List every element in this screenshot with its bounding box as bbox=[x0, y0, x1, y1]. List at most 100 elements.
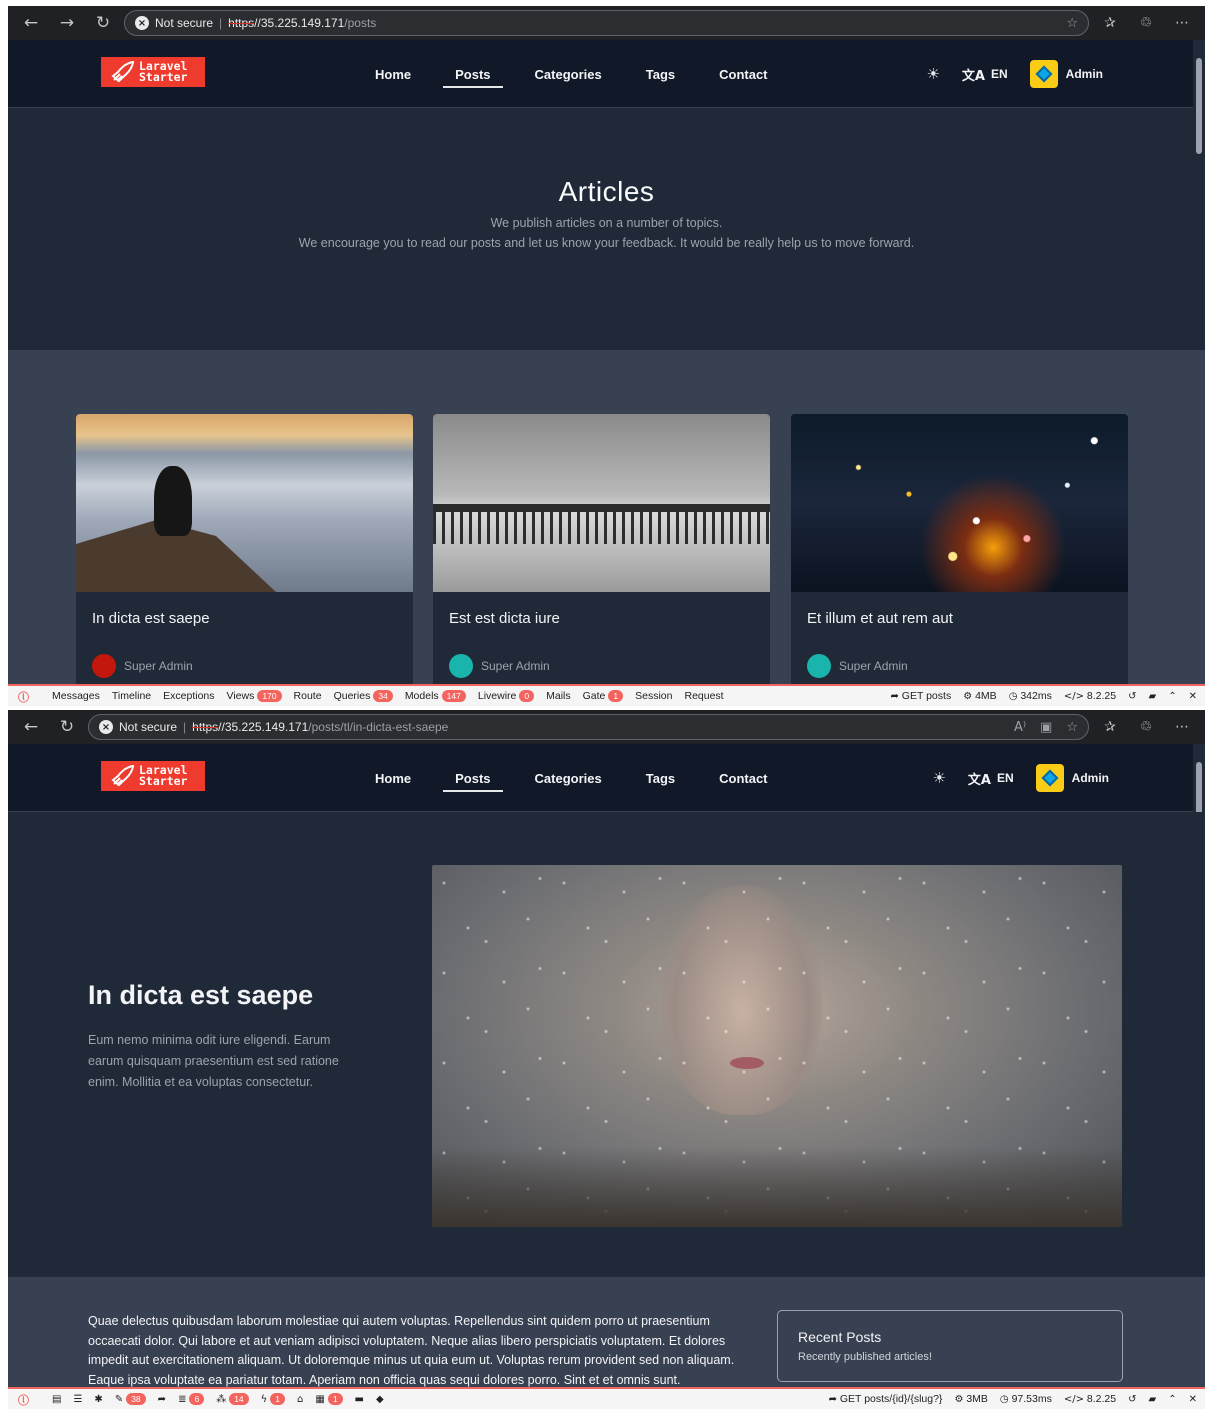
debug-tab-livewire[interactable]: ϟ1 bbox=[255, 1393, 291, 1405]
address-bar[interactable]: × Not secure | https//35.225.149.171/pos… bbox=[88, 714, 1089, 740]
request-info[interactable]: ➦ GET posts/{id}/{slug?} bbox=[829, 1393, 943, 1405]
favorite-star-icon[interactable]: ☆ bbox=[1066, 16, 1078, 31]
author-avatar bbox=[92, 654, 116, 678]
article-card[interactable]: In dicta est saepe Super Admin bbox=[76, 414, 413, 704]
debug-tab-session[interactable]: ▬ bbox=[349, 1394, 370, 1405]
debug-tab-session[interactable]: Session bbox=[629, 690, 678, 702]
article-title[interactable]: Et illum et aut rem aut bbox=[791, 592, 1128, 627]
debug-tab-mails[interactable]: Mails bbox=[540, 690, 577, 702]
back-icon[interactable]: ← bbox=[16, 714, 46, 740]
nav-contact[interactable]: Contact bbox=[697, 744, 789, 812]
article-title[interactable]: Est est dicta iure bbox=[433, 592, 770, 627]
nav-home[interactable]: Home bbox=[353, 744, 433, 812]
recent-posts-title: Recent Posts bbox=[798, 1329, 882, 1345]
debug-tab-queries[interactable]: Queries 34 bbox=[328, 690, 399, 702]
debug-tab-messages[interactable]: ▤ bbox=[46, 1394, 67, 1405]
debug-tab-exceptions[interactable]: ✱ bbox=[88, 1394, 108, 1405]
favorites-icon[interactable]: ✰ bbox=[1095, 10, 1125, 36]
theme-toggle-sun-icon[interactable]: ☀ bbox=[926, 65, 939, 83]
article-title[interactable]: In dicta est saepe bbox=[76, 592, 413, 627]
user-menu[interactable]: Admin bbox=[1035, 764, 1109, 792]
folder-icon[interactable]: ▰ bbox=[1149, 691, 1157, 702]
more-menu-icon[interactable]: ⋯ bbox=[1167, 714, 1197, 740]
post-hero: In dicta est saepe Eum nemo minima odit … bbox=[8, 812, 1205, 1278]
logo[interactable]: Laravel Starter bbox=[101, 761, 205, 791]
post-body: Quae delectus quibusdam laborum molestia… bbox=[88, 1314, 735, 1387]
laravel-debugbar-icon[interactable]: ⓛ bbox=[18, 1392, 36, 1407]
chevron-up-icon[interactable]: ⌃ bbox=[1168, 691, 1176, 702]
extensions-icon[interactable]: ♲ bbox=[1131, 10, 1161, 36]
folder-icon[interactable]: ▰ bbox=[1149, 1394, 1157, 1405]
debug-tab-gate[interactable]: Gate 1 bbox=[577, 690, 630, 702]
language-switcher[interactable]: 文A EN bbox=[962, 65, 1008, 84]
article-image[interactable] bbox=[791, 414, 1128, 592]
memory-info: ⚙ 3MB bbox=[954, 1393, 988, 1405]
back-icon[interactable]: ← bbox=[16, 10, 46, 36]
bug-icon: ✱ bbox=[94, 1393, 103, 1405]
address-bar[interactable]: × Not secure | https//35.225.149.171/pos… bbox=[124, 10, 1089, 36]
debug-tab-queries[interactable]: ≣ 6 bbox=[172, 1393, 210, 1405]
history-icon[interactable]: ↺ bbox=[1128, 1394, 1136, 1405]
not-secure-icon: × bbox=[99, 720, 113, 734]
debug-tab-mails[interactable]: ⌂ bbox=[291, 1394, 309, 1405]
language-switcher[interactable]: 文A EN bbox=[968, 769, 1014, 788]
favorite-star-icon[interactable]: ☆ bbox=[1066, 720, 1078, 735]
nav-posts[interactable]: Posts bbox=[433, 744, 512, 812]
debug-tab-views[interactable]: ✎ 38 bbox=[109, 1393, 152, 1405]
nav-posts[interactable]: Posts bbox=[433, 40, 512, 108]
user-menu[interactable]: Admin bbox=[1029, 60, 1103, 88]
close-icon[interactable]: ✕ bbox=[1189, 1394, 1197, 1405]
theme-toggle-sun-icon[interactable]: ☀ bbox=[932, 769, 945, 787]
author-avatar bbox=[807, 654, 831, 678]
debug-tab-messages[interactable]: Messages bbox=[46, 690, 106, 702]
close-icon[interactable]: ✕ bbox=[1189, 691, 1197, 702]
request-info[interactable]: ➦ GET posts bbox=[890, 690, 951, 702]
article-author[interactable]: Super Admin bbox=[807, 654, 908, 678]
article-image[interactable] bbox=[433, 414, 770, 592]
more-menu-icon[interactable]: ⋯ bbox=[1167, 10, 1197, 36]
article-author[interactable]: Super Admin bbox=[92, 654, 193, 678]
header-tools: ☀ 文A EN Admin bbox=[932, 744, 1109, 812]
debug-tab-route[interactable]: ➦ bbox=[152, 1394, 172, 1405]
debug-tab-request[interactable]: ◆ bbox=[370, 1394, 390, 1405]
debug-tab-route[interactable]: Route bbox=[288, 690, 328, 702]
archive-icon: ▬ bbox=[354, 1393, 364, 1405]
read-aloud-icon[interactable]: A⁾ bbox=[1014, 720, 1026, 735]
nav-contact[interactable]: Contact bbox=[697, 40, 789, 108]
article-card[interactable]: Et illum et aut rem aut Super Admin bbox=[791, 414, 1128, 704]
debug-tab-livewire[interactable]: Livewire 0 bbox=[472, 690, 540, 702]
debug-tab-gate[interactable]: ▦ 1 bbox=[309, 1393, 348, 1405]
reload-icon[interactable]: ↻ bbox=[88, 10, 118, 36]
nav-tags[interactable]: Tags bbox=[624, 40, 697, 108]
debug-tab-timeline[interactable]: Timeline bbox=[106, 690, 157, 702]
debug-tab-request[interactable]: Request bbox=[678, 690, 729, 702]
article-author[interactable]: Super Admin bbox=[449, 654, 550, 678]
count-badge: 1 bbox=[270, 1393, 285, 1405]
user-name: Admin bbox=[1071, 771, 1109, 785]
laravel-debugbar-icon[interactable]: ⓛ bbox=[18, 689, 36, 704]
debug-tab-models[interactable]: Models 147 bbox=[399, 690, 472, 702]
count-badge: 34 bbox=[373, 690, 393, 702]
nav-tags[interactable]: Tags bbox=[624, 744, 697, 812]
language-label: EN bbox=[990, 67, 1008, 81]
favorites-icon[interactable]: ✰ bbox=[1095, 714, 1125, 740]
nav-home[interactable]: Home bbox=[353, 40, 433, 108]
debug-tab-views[interactable]: Views 170 bbox=[221, 690, 288, 702]
share-icon: ➦ bbox=[828, 1394, 837, 1405]
debug-tab-models[interactable]: ⁂ 14 bbox=[210, 1393, 254, 1405]
nav-categories[interactable]: Categories bbox=[513, 744, 624, 812]
debug-tab-timeline[interactable]: ☰ bbox=[67, 1394, 88, 1405]
author-avatar bbox=[449, 654, 473, 678]
code-icon: </> bbox=[1063, 691, 1084, 702]
history-icon[interactable]: ↺ bbox=[1128, 691, 1136, 702]
debug-tab-exceptions[interactable]: Exceptions bbox=[157, 690, 220, 702]
nav-categories[interactable]: Categories bbox=[513, 40, 624, 108]
article-card[interactable]: Est est dicta iure Super Admin bbox=[433, 414, 770, 704]
reader-mode-icon[interactable]: ▣ bbox=[1040, 720, 1052, 735]
reload-icon[interactable]: ↻ bbox=[52, 714, 82, 740]
article-image[interactable] bbox=[76, 414, 413, 592]
forward-icon[interactable]: → bbox=[52, 10, 82, 36]
logo[interactable]: Laravel Starter bbox=[101, 57, 205, 87]
extensions-icon[interactable]: ♲ bbox=[1131, 714, 1161, 740]
chevron-up-icon[interactable]: ⌃ bbox=[1168, 1394, 1176, 1405]
